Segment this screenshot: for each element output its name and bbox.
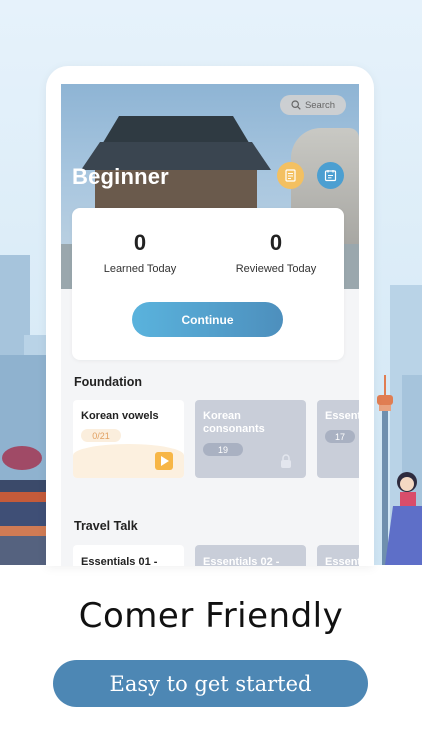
play-icon[interactable] — [155, 452, 173, 470]
notes-icon — [285, 169, 296, 182]
promo-headline: Comer Friendly — [78, 596, 344, 636]
lesson-card-essentials-01[interactable]: Essentials 01 - — [73, 545, 184, 566]
notes-button[interactable] — [277, 162, 304, 189]
lesson-progress-badge: 0/21 — [81, 429, 121, 442]
app-screen: Search Beginner 0 Learned Today 0 Review… — [61, 84, 359, 566]
lesson-title: Essentials 01 - — [81, 556, 158, 566]
learned-today-stat: 0 Learned Today — [72, 230, 208, 275]
lesson-card-essentials[interactable]: Essent 17 — [317, 400, 359, 478]
lesson-title: Essent — [325, 556, 359, 566]
palace-gate-icon — [0, 446, 46, 565]
search-icon — [291, 100, 301, 110]
continue-button[interactable]: Continue — [132, 302, 283, 337]
lesson-title: Korean vowels — [81, 410, 159, 422]
learned-today-count: 0 — [133, 230, 147, 255]
lesson-title: Korean consonants — [203, 410, 265, 435]
hanbok-figure-icon — [385, 472, 422, 565]
learned-today-label: Learned Today — [103, 263, 177, 275]
lesson-card-essentials-02[interactable]: Essentials 02 - — [195, 545, 306, 566]
search-label: Search — [304, 99, 336, 111]
lesson-title: Essentials 02 - — [203, 556, 280, 566]
calendar-button[interactable] — [317, 162, 344, 189]
lesson-card-korean-consonants[interactable]: Korean consonants 19 — [195, 400, 306, 478]
lesson-title: Essent — [325, 410, 359, 422]
lock-icon — [281, 454, 291, 468]
get-started-button[interactable]: Easy to get started — [53, 660, 368, 707]
reviewed-today-stat: 0 Reviewed Today — [208, 230, 344, 275]
calendar-icon — [324, 170, 337, 182]
section-title-travel-talk: Travel Talk — [74, 519, 138, 533]
phone-frame: Search Beginner 0 Learned Today 0 Review… — [46, 66, 374, 566]
section-title-foundation: Foundation — [74, 375, 143, 389]
level-title: Beginner — [72, 164, 169, 189]
daily-stats-card: 0 Learned Today 0 Reviewed Today Continu… — [72, 208, 344, 360]
lesson-card-essentials-03[interactable]: Essent — [317, 545, 359, 566]
search-button[interactable]: Search — [280, 95, 346, 115]
lesson-card-korean-vowels[interactable]: Korean vowels 0/21 — [73, 400, 184, 478]
palace-roof — [101, 116, 251, 146]
lesson-count-badge: 19 — [203, 443, 243, 456]
lesson-count-badge: 17 — [325, 430, 355, 443]
reviewed-today-label: Reviewed Today — [235, 263, 317, 275]
reviewed-today-count: 0 — [269, 230, 283, 255]
